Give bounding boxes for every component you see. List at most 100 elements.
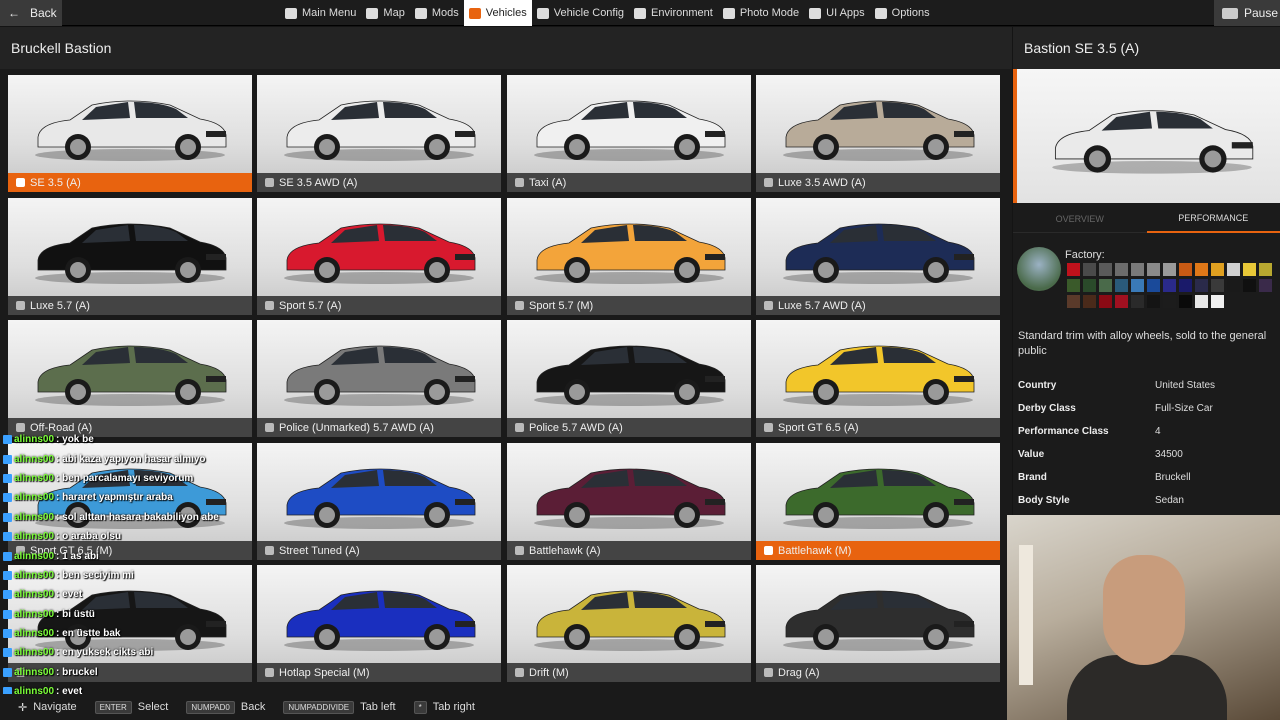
- car-illustration: [1052, 110, 1254, 174]
- paint-swatch[interactable]: [1211, 295, 1224, 308]
- vehicle-tile[interactable]: Drag (A): [756, 565, 1000, 682]
- vehicle-tile[interactable]: Off-Road (A): [8, 320, 252, 437]
- property-key: Country: [1018, 380, 1057, 391]
- paint-swatch[interactable]: [1243, 279, 1256, 292]
- vehicle-tile[interactable]: Police 5.7 AWD (A): [507, 320, 751, 437]
- paint-swatch[interactable]: [1211, 279, 1224, 292]
- chat-username: alinns00: [14, 647, 55, 659]
- paint-swatch[interactable]: [1131, 263, 1144, 276]
- car-illustration: [534, 590, 726, 651]
- paint-swatch[interactable]: [1115, 279, 1128, 292]
- paint-swatch[interactable]: [1083, 295, 1096, 308]
- car-rim-rear: [429, 507, 445, 523]
- paint-swatch[interactable]: [1147, 295, 1160, 308]
- paint-swatch[interactable]: [1067, 295, 1080, 308]
- paint-swatch[interactable]: [1099, 279, 1112, 292]
- paint-swatch[interactable]: [1083, 279, 1096, 292]
- vehicle-tile[interactable]: Sport 5.7 (M): [507, 198, 751, 315]
- paint-swatch[interactable]: [1131, 295, 1144, 308]
- vehicle-tile[interactable]: Taxi (A): [507, 75, 751, 192]
- nav-item-photo-mode[interactable]: Photo Mode: [718, 0, 804, 26]
- chat-text: : bi üstü: [56, 608, 95, 620]
- vehicle-tile[interactable]: Luxe 5.7 AWD (A): [756, 198, 1000, 315]
- vehicle-tile[interactable]: Hotlap Special (M): [257, 565, 501, 682]
- chat-text: : 1 as abi: [56, 550, 99, 562]
- vehicle-thumbnail: [507, 320, 751, 418]
- paint-swatch[interactable]: [1211, 263, 1224, 276]
- chat-message: alinns00: en üstte bak: [0, 624, 260, 643]
- paint-swatch[interactable]: [1147, 263, 1160, 276]
- paint-swatch[interactable]: [1163, 295, 1176, 308]
- paint-swatch[interactable]: [1163, 279, 1176, 292]
- paint-swatch[interactable]: [1179, 263, 1192, 276]
- vehicle-config-name: SE 3.5 AWD (A): [279, 176, 358, 189]
- key-badge: *: [413, 700, 427, 714]
- car-illustration: [284, 100, 476, 161]
- paint-swatch[interactable]: [1147, 279, 1160, 292]
- twitch-icon: [3, 590, 12, 600]
- config-icon: [515, 423, 524, 432]
- vehicle-tile[interactable]: Sport GT 6.5 (A): [756, 320, 1000, 437]
- nav-item-map[interactable]: Map: [361, 0, 409, 26]
- nav-label: Photo Mode: [739, 7, 800, 19]
- vehicle-tile[interactable]: SE 3.5 AWD (A): [257, 75, 501, 192]
- vehicle-tile[interactable]: Drift (M): [507, 565, 751, 682]
- factory-thumbnail[interactable]: [1017, 247, 1061, 291]
- back-button[interactable]: ← Back: [0, 0, 62, 26]
- pause-button[interactable]: Pause: [1214, 0, 1280, 26]
- car-rim-front: [569, 139, 585, 155]
- paint-swatch[interactable]: [1227, 279, 1240, 292]
- paint-swatch[interactable]: [1099, 263, 1112, 276]
- paint-swatch[interactable]: [1115, 263, 1128, 276]
- nav-item-main-menu[interactable]: Main Menu: [280, 0, 361, 26]
- car-rim-front: [70, 262, 86, 278]
- paint-swatch[interactable]: [1163, 263, 1176, 276]
- paint-swatch[interactable]: [1099, 295, 1112, 308]
- paint-swatch[interactable]: [1179, 295, 1192, 308]
- chat-message: alinns00: abi kaza yapıyon hasar almıyo: [0, 449, 260, 468]
- twitch-icon: [3, 493, 12, 503]
- paint-swatch[interactable]: [1195, 295, 1208, 308]
- car-grille: [954, 499, 974, 505]
- twitch-icon: [3, 532, 12, 542]
- vehicle-thumbnail: [507, 198, 751, 296]
- paint-swatch[interactable]: [1083, 263, 1096, 276]
- nav-item-vehicles[interactable]: Vehicles: [463, 0, 532, 26]
- paint-swatch[interactable]: [1259, 263, 1272, 276]
- vehicle-tile[interactable]: Battlehawk (M): [756, 443, 1000, 560]
- vehicle-tile[interactable]: Street Tuned (A): [257, 443, 501, 560]
- vehicle-tile[interactable]: SE 3.5 (A): [8, 75, 252, 192]
- nav-item-options[interactable]: Options: [870, 0, 935, 26]
- vehicle-config-name: SE 3.5 (A): [30, 176, 81, 189]
- car-rim-front: [818, 507, 834, 523]
- paint-swatch[interactable]: [1195, 279, 1208, 292]
- paint-swatch[interactable]: [1179, 279, 1192, 292]
- vehicle-tile[interactable]: Luxe 3.5 AWD (A): [756, 75, 1000, 192]
- chat-username: alinns00: [14, 511, 55, 523]
- nav-item-environment[interactable]: Environment: [629, 0, 718, 26]
- vehicle-tile[interactable]: Luxe 5.7 (A): [8, 198, 252, 315]
- paint-swatch[interactable]: [1067, 263, 1080, 276]
- paint-swatch[interactable]: [1195, 263, 1208, 276]
- paint-swatch[interactable]: [1243, 263, 1256, 276]
- chat-username: alinns00: [14, 531, 55, 543]
- config-icon: [16, 178, 25, 187]
- car-illustration: [35, 345, 227, 406]
- chat-username: alinns00: [14, 608, 55, 620]
- paint-swatch[interactable]: [1115, 295, 1128, 308]
- config-icon: [265, 668, 274, 677]
- vehicle-tile[interactable]: Sport 5.7 (A): [257, 198, 501, 315]
- nav-item-vehicle-config[interactable]: Vehicle Config: [532, 0, 629, 26]
- vehicle-tile[interactable]: Police (Unmarked) 5.7 AWD (A): [257, 320, 501, 437]
- car-rim-front: [818, 629, 834, 645]
- nav-item-ui-apps[interactable]: UI Apps: [804, 0, 870, 26]
- paint-swatch[interactable]: [1131, 279, 1144, 292]
- nav-item-mods[interactable]: Mods: [410, 0, 464, 26]
- tab-overview[interactable]: OVERVIEW: [1013, 205, 1147, 233]
- paint-swatch[interactable]: [1227, 263, 1240, 276]
- vehicle-tile[interactable]: Battlehawk (A): [507, 443, 751, 560]
- paint-swatch[interactable]: [1067, 279, 1080, 292]
- vehicle-config-name: Sport 5.7 (A): [279, 299, 342, 312]
- paint-swatch[interactable]: [1259, 279, 1272, 292]
- tab-performance[interactable]: PERFORMANCE: [1146, 205, 1280, 233]
